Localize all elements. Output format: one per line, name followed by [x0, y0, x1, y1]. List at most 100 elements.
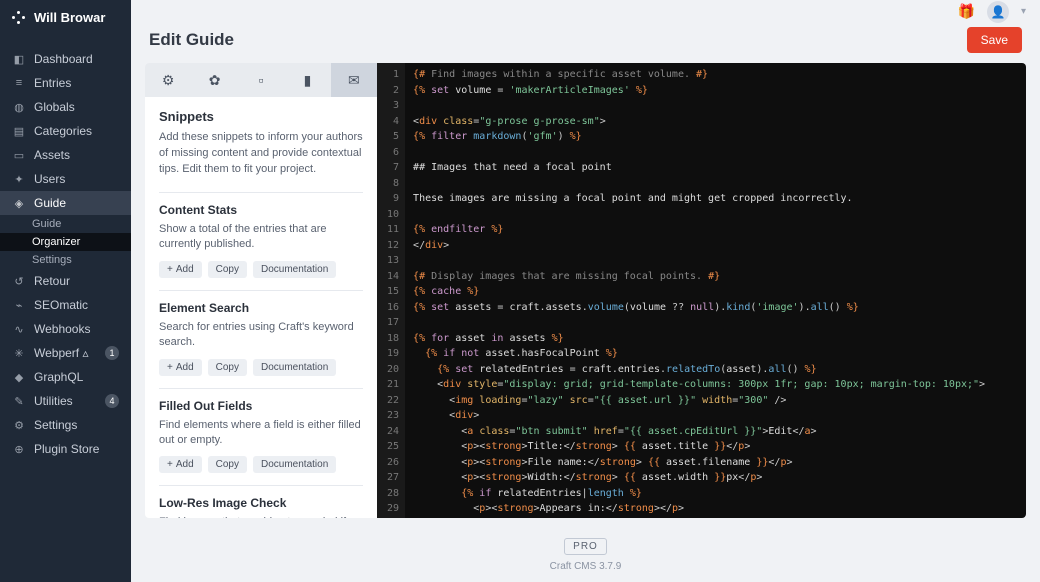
sidebar-sub-organizer[interactable]: Organizer — [0, 233, 131, 251]
nav-badge: 4 — [105, 394, 119, 408]
avatar[interactable]: 👤 — [987, 1, 1009, 23]
nav-label: Utilities — [34, 394, 73, 408]
snippet-title: Element Search — [159, 301, 363, 315]
sidebar: Will Browar ◧ Dashboard ≡Entries◍Globals▤C… — [0, 0, 131, 582]
code-line[interactable]: <div class="g-prose g-prose-sm"> — [413, 114, 1018, 130]
code-line[interactable] — [413, 207, 1018, 223]
sidebar-sub-guide[interactable]: Guide — [0, 215, 131, 233]
sidebar-item-globals[interactable]: ◍Globals — [0, 95, 131, 119]
sidebar-item-users[interactable]: ✦Users — [0, 167, 131, 191]
sidebar-item-utilities[interactable]: ✎ Utilities 4 — [0, 389, 131, 413]
sidebar-item-seomatic[interactable]: ⌁ SEOmatic — [0, 293, 131, 317]
code-line[interactable]: <div style="display: grid; grid-template… — [413, 377, 1018, 393]
sidebar-item-webperf-[interactable]: ✳ Webperf ▵ 1 — [0, 341, 131, 365]
code-line[interactable]: <div> — [413, 408, 1018, 424]
snippet-add-button[interactable]: +Add — [159, 359, 202, 376]
sidebar-item-plugin-store[interactable]: ⊕Plugin Store — [0, 437, 131, 461]
panel-tab-0[interactable]: ⚙ — [145, 63, 191, 97]
brand-header: Will Browar — [0, 0, 131, 35]
sidebar-sub-settings[interactable]: Settings — [0, 251, 131, 269]
chevron-down-icon[interactable]: ▾ — [1021, 6, 1026, 17]
sidebar-item-guide[interactable]: ◈Guide — [0, 191, 131, 215]
sidebar-item-entries[interactable]: ≡Entries — [0, 71, 131, 95]
code-line[interactable]: {% if not asset.hasFocalPoint %} — [413, 346, 1018, 362]
snippet-copy-button[interactable]: Copy — [208, 359, 247, 376]
snippet-copy-button[interactable]: Copy — [208, 261, 247, 278]
sidebar-item-webhooks[interactable]: ∿Webhooks — [0, 317, 131, 341]
nav-badge: 1 — [105, 346, 119, 360]
code-line[interactable] — [413, 315, 1018, 331]
code-line[interactable]: <p><strong>Title:</strong> {{ asset.titl… — [413, 439, 1018, 455]
code-line[interactable]: {% endfilter %} — [413, 222, 1018, 238]
save-button[interactable]: Save — [967, 27, 1022, 53]
nav-icon: ◍ — [12, 100, 26, 114]
code-line[interactable]: <p><strong>Width:</strong> {{ asset.widt… — [413, 470, 1018, 486]
main-area: 🎁 👤 ▾ Edit Guide Save ⚙✿▫▮✉ Snippets Add… — [131, 0, 1040, 582]
code-line[interactable]: {% filter markdown('gfm') %} — [413, 129, 1018, 145]
sidebar-item-settings[interactable]: ⚙Settings — [0, 413, 131, 437]
sidebar-item-graphql[interactable]: ◆GraphQL — [0, 365, 131, 389]
panel-tab-1[interactable]: ✿ — [191, 63, 237, 97]
nav-icon: ▭ — [12, 148, 26, 162]
panel-tab-2[interactable]: ▫ — [238, 63, 284, 97]
nav-label: SEOmatic — [34, 298, 88, 312]
code-line[interactable]: {# Display images that are missing focal… — [413, 269, 1018, 285]
nav-label: Guide — [34, 196, 66, 210]
sidebar-nav: ◧ Dashboard ≡Entries◍Globals▤Categories▭As… — [0, 35, 131, 582]
nav-icon: ✎ — [12, 394, 26, 408]
sidebar-item-retour[interactable]: ↺Retour — [0, 269, 131, 293]
gift-icon[interactable]: 🎁 — [958, 3, 975, 20]
snippet-add-button[interactable]: +Add — [159, 456, 202, 473]
sidebar-item-dashboard[interactable]: ◧ Dashboard — [0, 47, 131, 71]
code-line[interactable] — [413, 253, 1018, 269]
code-line[interactable] — [413, 176, 1018, 192]
sidebar-item-categories[interactable]: ▤Categories — [0, 119, 131, 143]
panel-tab-4[interactable]: ✉ — [331, 63, 377, 97]
code-line[interactable]: <a class="btn submit" href="{{ asset.cpE… — [413, 424, 1018, 440]
panel-tab-3[interactable]: ▮ — [284, 63, 330, 97]
panel-heading: Snippets — [159, 109, 363, 124]
snippet-block: Element Search Search for entries using C… — [159, 290, 363, 388]
nav-label: Plugin Store — [34, 442, 99, 456]
nav-label: Dashboard — [34, 52, 93, 66]
code-line[interactable]: <p><strong>File name:</strong> {{ asset.… — [413, 455, 1018, 471]
code-line[interactable]: {% set volume = 'makerArticleImages' %} — [413, 83, 1018, 99]
code-editor[interactable]: 1234567891011121314151617181920212223242… — [377, 63, 1026, 518]
code-line[interactable]: {% set relatedEntries = craft.entries.re… — [413, 362, 1018, 378]
panel-tabs: ⚙✿▫▮✉ — [145, 63, 377, 97]
snippet-docs-button[interactable]: Documentation — [253, 456, 336, 473]
snippet-docs-button[interactable]: Documentation — [253, 359, 336, 376]
code-line[interactable]: <p><strong>Appears in:</strong></p> — [413, 501, 1018, 517]
snippet-add-button[interactable]: +Add — [159, 261, 202, 278]
code-line[interactable]: {% for asset in assets %} — [413, 331, 1018, 347]
code-line[interactable]: {% if relatedEntries|length %} — [413, 486, 1018, 502]
snippet-desc: Search for entries using Craft's keyword… — [159, 320, 363, 351]
code-line[interactable]: {# Find images within a specific asset v… — [413, 67, 1018, 83]
footer: PRO Craft CMS 3.7.9 — [131, 518, 1040, 582]
nav-label: Categories — [34, 124, 92, 138]
sidebar-item-assets[interactable]: ▭Assets — [0, 143, 131, 167]
code-line[interactable]: {% set assets = craft.assets.volume(volu… — [413, 300, 1018, 316]
snippet-docs-button[interactable]: Documentation — [253, 261, 336, 278]
nav-label: Settings — [34, 418, 77, 432]
snippet-desc: Find elements where a field is either fi… — [159, 418, 363, 449]
snippet-block: Low-Res Image CheckFind images that woul… — [159, 485, 363, 518]
code-line[interactable] — [413, 145, 1018, 161]
editor-code[interactable]: {# Find images within a specific asset v… — [405, 63, 1026, 518]
code-line[interactable]: <img loading="lazy" src="{{ asset.url }}… — [413, 393, 1018, 409]
code-line[interactable]: {% cache %} — [413, 284, 1018, 300]
nav-icon: ◆ — [12, 370, 26, 384]
snippets-panel: ⚙✿▫▮✉ Snippets Add these snippets to inf… — [145, 63, 377, 518]
code-line[interactable]: </div> — [413, 238, 1018, 254]
snippet-block: Content StatsShow a total of the entries… — [159, 192, 363, 290]
nav-icon: ⌁ — [12, 298, 26, 312]
code-line[interactable]: These images are missing a focal point a… — [413, 191, 1018, 207]
nav-icon: ✳ — [12, 346, 26, 360]
snippet-block: Filled Out FieldsFind elements where a f… — [159, 388, 363, 486]
snippet-copy-button[interactable]: Copy — [208, 456, 247, 473]
code-line[interactable]: ## Images that need a focal point — [413, 160, 1018, 176]
nav-icon: ◧ — [12, 52, 26, 66]
panel-description: Add these snippets to inform your author… — [159, 130, 363, 178]
code-line[interactable] — [413, 98, 1018, 114]
nav-label: Webperf ▵ — [34, 346, 89, 360]
